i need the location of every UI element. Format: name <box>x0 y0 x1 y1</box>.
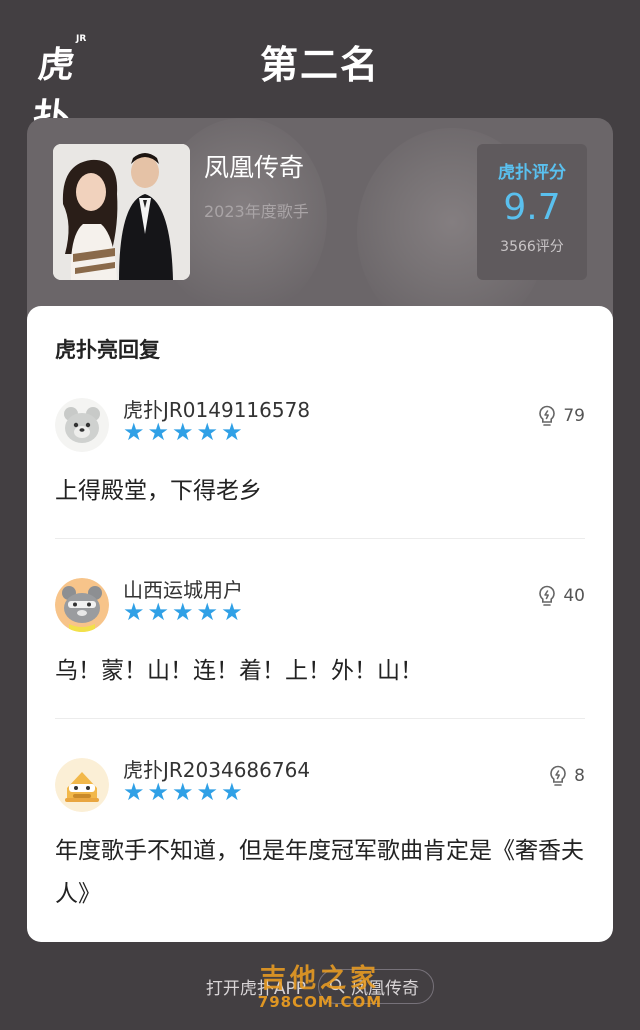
lightbulb-icon <box>550 765 566 786</box>
like-count: 8 <box>574 766 585 786</box>
star-icon: ★ <box>221 598 243 626</box>
star-icon: ★ <box>172 598 194 626</box>
open-app-link[interactable]: 打开虎扑APP <box>206 974 306 999</box>
page-title: 第二名 <box>259 43 380 87</box>
like-count: 40 <box>563 586 585 606</box>
divider <box>55 718 585 719</box>
reply-content: 年度歌手不知道，但是年度冠军歌曲肯定是《奢香夫人》 <box>55 838 584 907</box>
search-text: 凤凰传奇 <box>351 978 420 999</box>
lightbulb-icon <box>539 405 556 426</box>
star-icon: ★ <box>172 778 194 806</box>
orange-bear-avatar-icon[interactable] <box>55 578 109 632</box>
score-box: 虎扑评分 9.7 3566评分 <box>477 144 587 280</box>
artist-name: 凤凰传奇 <box>204 153 305 182</box>
rating-stars: ★ ★ ★ ★ ★ <box>123 420 243 444</box>
divider <box>55 538 585 539</box>
gray-bear-avatar-icon[interactable] <box>55 398 109 452</box>
star-icon: ★ <box>147 778 170 806</box>
star-icon: ★ <box>196 778 219 806</box>
like-count: 79 <box>563 406 585 426</box>
section-title: 虎扑亮回复 <box>55 338 160 362</box>
star-icon: ★ <box>221 778 243 806</box>
search-pill[interactable]: 凤凰传奇 <box>318 968 435 1004</box>
star-icon: ★ <box>196 598 219 626</box>
light-button[interactable]: 40 <box>535 584 585 608</box>
star-icon: ★ <box>196 418 219 446</box>
artist-subtitle: 2023年度歌手 <box>204 202 309 221</box>
star-icon: ★ <box>147 418 170 446</box>
score-value: 9.7 <box>503 187 561 228</box>
rating-stars: ★ ★ ★ ★ ★ <box>123 780 243 804</box>
star-icon: ★ <box>123 598 145 626</box>
replies-card: 虎扑亮回复 虎扑JR0149116578 ★ ★ ★ ★ ★ 79 上得殿堂，下… <box>27 306 613 942</box>
reply-content: 上得殿堂，下得老乡 <box>55 478 262 504</box>
score-label: 虎扑评分 <box>498 163 566 183</box>
star-icon: ★ <box>147 598 170 626</box>
light-button[interactable]: 79 <box>535 404 585 428</box>
star-icon: ★ <box>123 778 145 806</box>
artist-card[interactable]: 凤凰传奇 2023年度歌手 虎扑评分 9.7 3566评分 <box>27 118 613 338</box>
reply-content: 乌！蒙！山！连！着！上！外！山！ <box>55 658 423 684</box>
star-icon: ★ <box>221 418 243 446</box>
yellow-bear-avatar-icon[interactable] <box>55 758 109 812</box>
artist-photo <box>53 144 190 280</box>
star-icon: ★ <box>172 418 194 446</box>
search-icon <box>329 978 345 994</box>
bottom-bar: 打开虎扑APP 凤凰传奇 <box>0 966 640 1006</box>
star-icon: ★ <box>123 418 145 446</box>
light-button[interactable]: 8 <box>546 764 585 788</box>
rating-stars: ★ ★ ★ ★ ★ <box>123 600 243 624</box>
lightbulb-icon <box>539 585 556 606</box>
score-count: 3566评分 <box>500 239 564 255</box>
